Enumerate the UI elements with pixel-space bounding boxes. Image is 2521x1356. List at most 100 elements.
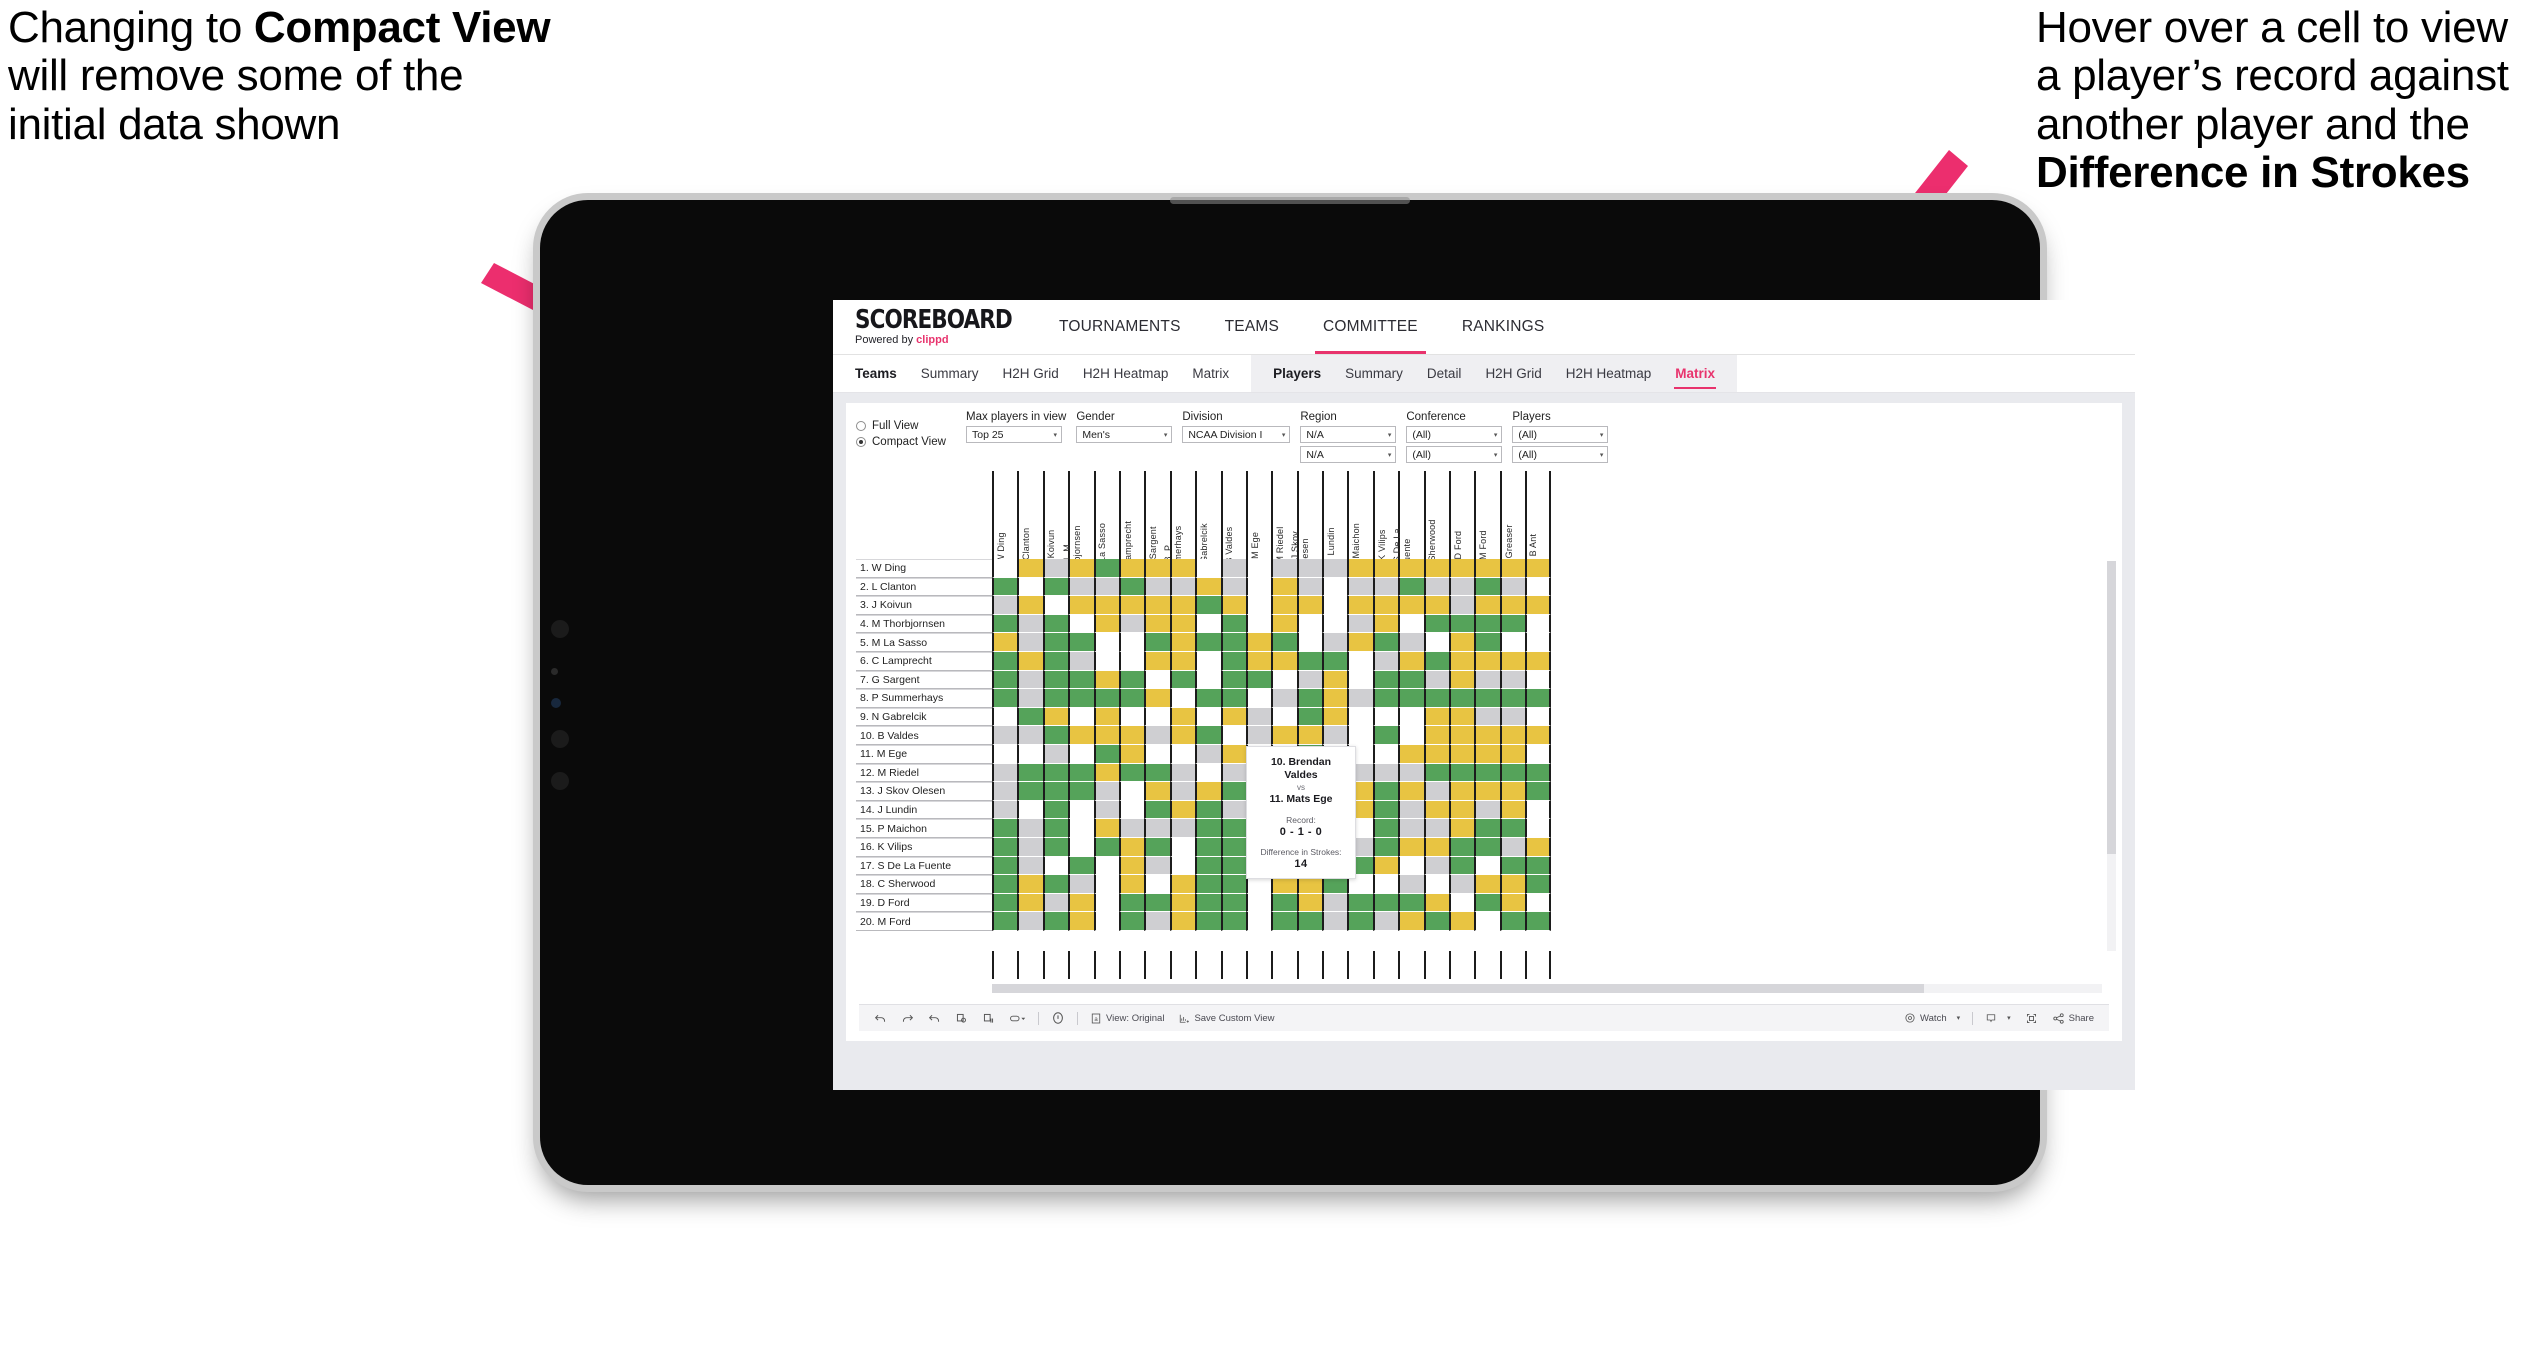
matrix-cell[interactable] bbox=[992, 633, 1018, 652]
matrix-cell[interactable] bbox=[1423, 651, 1450, 671]
matrix-cell[interactable] bbox=[1398, 837, 1424, 857]
matrix-cell[interactable] bbox=[1169, 614, 1196, 634]
matrix-cell[interactable] bbox=[1169, 633, 1196, 652]
matrix-cell[interactable] bbox=[1449, 596, 1475, 615]
matrix-cell[interactable] bbox=[1449, 614, 1475, 634]
matrix-cell[interactable] bbox=[1398, 893, 1424, 913]
matrix-cell[interactable] bbox=[1042, 837, 1069, 857]
matrix-cell[interactable] bbox=[1245, 689, 1272, 708]
matrix-cell[interactable] bbox=[1220, 856, 1246, 876]
matrix-cell[interactable] bbox=[1042, 577, 1069, 597]
matrix-cell[interactable] bbox=[1296, 893, 1323, 913]
matrix-cell[interactable] bbox=[1449, 707, 1475, 727]
matrix-cell[interactable] bbox=[1068, 782, 1094, 801]
matrix-cell[interactable] bbox=[1296, 689, 1323, 708]
matrix-cell[interactable] bbox=[1499, 726, 1526, 745]
matrix-cell[interactable] bbox=[1499, 800, 1526, 820]
matrix-cell[interactable] bbox=[1118, 893, 1145, 913]
matrix-cell[interactable] bbox=[1474, 689, 1500, 708]
matrix-cell[interactable] bbox=[1245, 726, 1272, 745]
matrix-cell[interactable] bbox=[1042, 559, 1069, 578]
matrix-cell[interactable] bbox=[1220, 707, 1246, 727]
filter-select-region-2[interactable]: N/A ▾ bbox=[1300, 446, 1397, 463]
matrix-cell[interactable] bbox=[1474, 837, 1500, 857]
matrix-cell[interactable] bbox=[1042, 670, 1069, 690]
matrix-cell[interactable] bbox=[1499, 559, 1526, 578]
matrix-cell[interactable] bbox=[1398, 707, 1424, 727]
matrix-cell[interactable] bbox=[1017, 633, 1043, 652]
matrix-cell[interactable] bbox=[1372, 596, 1399, 615]
matrix-cell[interactable] bbox=[1144, 726, 1170, 745]
matrix-cell[interactable] bbox=[1423, 744, 1450, 764]
matrix-cell[interactable] bbox=[1372, 875, 1399, 894]
matrix-cell[interactable] bbox=[1525, 800, 1551, 820]
matrix-cell[interactable] bbox=[1042, 596, 1069, 615]
matrix-cell[interactable] bbox=[1169, 577, 1196, 597]
matrix-cell[interactable] bbox=[1093, 912, 1119, 931]
matrix-cell[interactable] bbox=[1398, 577, 1424, 597]
fullscreen-button[interactable] bbox=[2018, 1012, 2045, 1025]
matrix-cell[interactable] bbox=[1525, 763, 1551, 783]
matrix-cell[interactable] bbox=[1322, 912, 1348, 931]
horizontal-scrollbar-thumb[interactable] bbox=[992, 984, 1925, 993]
share-button[interactable]: Share bbox=[2045, 1012, 2101, 1025]
matrix-cell[interactable] bbox=[1347, 689, 1373, 708]
matrix-cell[interactable] bbox=[1499, 614, 1526, 634]
matrix-cell[interactable] bbox=[1169, 893, 1196, 913]
matrix-cell[interactable] bbox=[1093, 670, 1119, 690]
matrix-cell[interactable] bbox=[1449, 856, 1475, 876]
matrix-cell[interactable] bbox=[1474, 726, 1500, 745]
matrix-cell[interactable] bbox=[1271, 596, 1297, 615]
matrix-cell[interactable] bbox=[1449, 670, 1475, 690]
matrix-cell[interactable] bbox=[1271, 912, 1297, 931]
matrix-cell[interactable] bbox=[1017, 744, 1043, 764]
matrix-cell[interactable] bbox=[1423, 707, 1450, 727]
matrix-cell[interactable] bbox=[1144, 707, 1170, 727]
matrix-cell[interactable] bbox=[1195, 670, 1221, 690]
matrix-cell[interactable] bbox=[1118, 726, 1145, 745]
matrix-cell[interactable] bbox=[1398, 744, 1424, 764]
matrix-cell[interactable] bbox=[1296, 726, 1323, 745]
matrix-cell[interactable] bbox=[1474, 651, 1500, 671]
matrix-cell[interactable] bbox=[1118, 651, 1145, 671]
matrix-cell[interactable] bbox=[1017, 856, 1043, 876]
matrix-cell[interactable] bbox=[1398, 633, 1424, 652]
matrix-cell[interactable] bbox=[1042, 707, 1069, 727]
matrix-cell[interactable] bbox=[1144, 800, 1170, 820]
radio-compact-view[interactable]: Compact View bbox=[856, 436, 966, 448]
matrix-cell[interactable] bbox=[1093, 893, 1119, 913]
matrix-cell[interactable] bbox=[1296, 670, 1323, 690]
matrix-cell[interactable] bbox=[1093, 744, 1119, 764]
filter-select-conference-2[interactable]: (All) ▾ bbox=[1406, 446, 1503, 463]
matrix-cell[interactable] bbox=[1144, 596, 1170, 615]
matrix-cell[interactable] bbox=[1118, 596, 1145, 615]
matrix-cell[interactable] bbox=[1042, 782, 1069, 801]
filter-select-players[interactable]: (All) ▾ bbox=[1512, 426, 1609, 443]
matrix-cell[interactable] bbox=[1118, 875, 1145, 894]
matrix-cell[interactable] bbox=[1017, 559, 1043, 578]
matrix-cell[interactable] bbox=[1423, 912, 1450, 931]
matrix-cell[interactable] bbox=[1525, 875, 1551, 894]
matrix-cell[interactable] bbox=[1398, 726, 1424, 745]
matrix-cell[interactable] bbox=[1068, 819, 1094, 838]
matrix-cell[interactable] bbox=[1296, 596, 1323, 615]
matrix-cell[interactable] bbox=[1144, 819, 1170, 838]
matrix-cell[interactable] bbox=[992, 800, 1018, 820]
matrix-cell[interactable] bbox=[1245, 670, 1272, 690]
matrix-cell[interactable] bbox=[1398, 689, 1424, 708]
matrix-cell[interactable] bbox=[1093, 763, 1119, 783]
matrix-cell[interactable] bbox=[1017, 596, 1043, 615]
matrix-cell[interactable] bbox=[1372, 837, 1399, 857]
matrix-cell[interactable] bbox=[992, 707, 1018, 727]
matrix-cell[interactable] bbox=[1474, 614, 1500, 634]
matrix-cell[interactable] bbox=[1271, 726, 1297, 745]
matrix-cell[interactable] bbox=[1271, 559, 1297, 578]
matrix-cell[interactable] bbox=[1525, 782, 1551, 801]
matrix-cell[interactable] bbox=[1423, 837, 1450, 857]
matrix-cell[interactable] bbox=[1169, 800, 1196, 820]
matrix-cell[interactable] bbox=[1118, 912, 1145, 931]
matrix-cell[interactable] bbox=[1195, 614, 1221, 634]
matrix-cell[interactable] bbox=[1525, 837, 1551, 857]
matrix-cell[interactable] bbox=[1042, 744, 1069, 764]
matrix-cell[interactable] bbox=[1118, 744, 1145, 764]
